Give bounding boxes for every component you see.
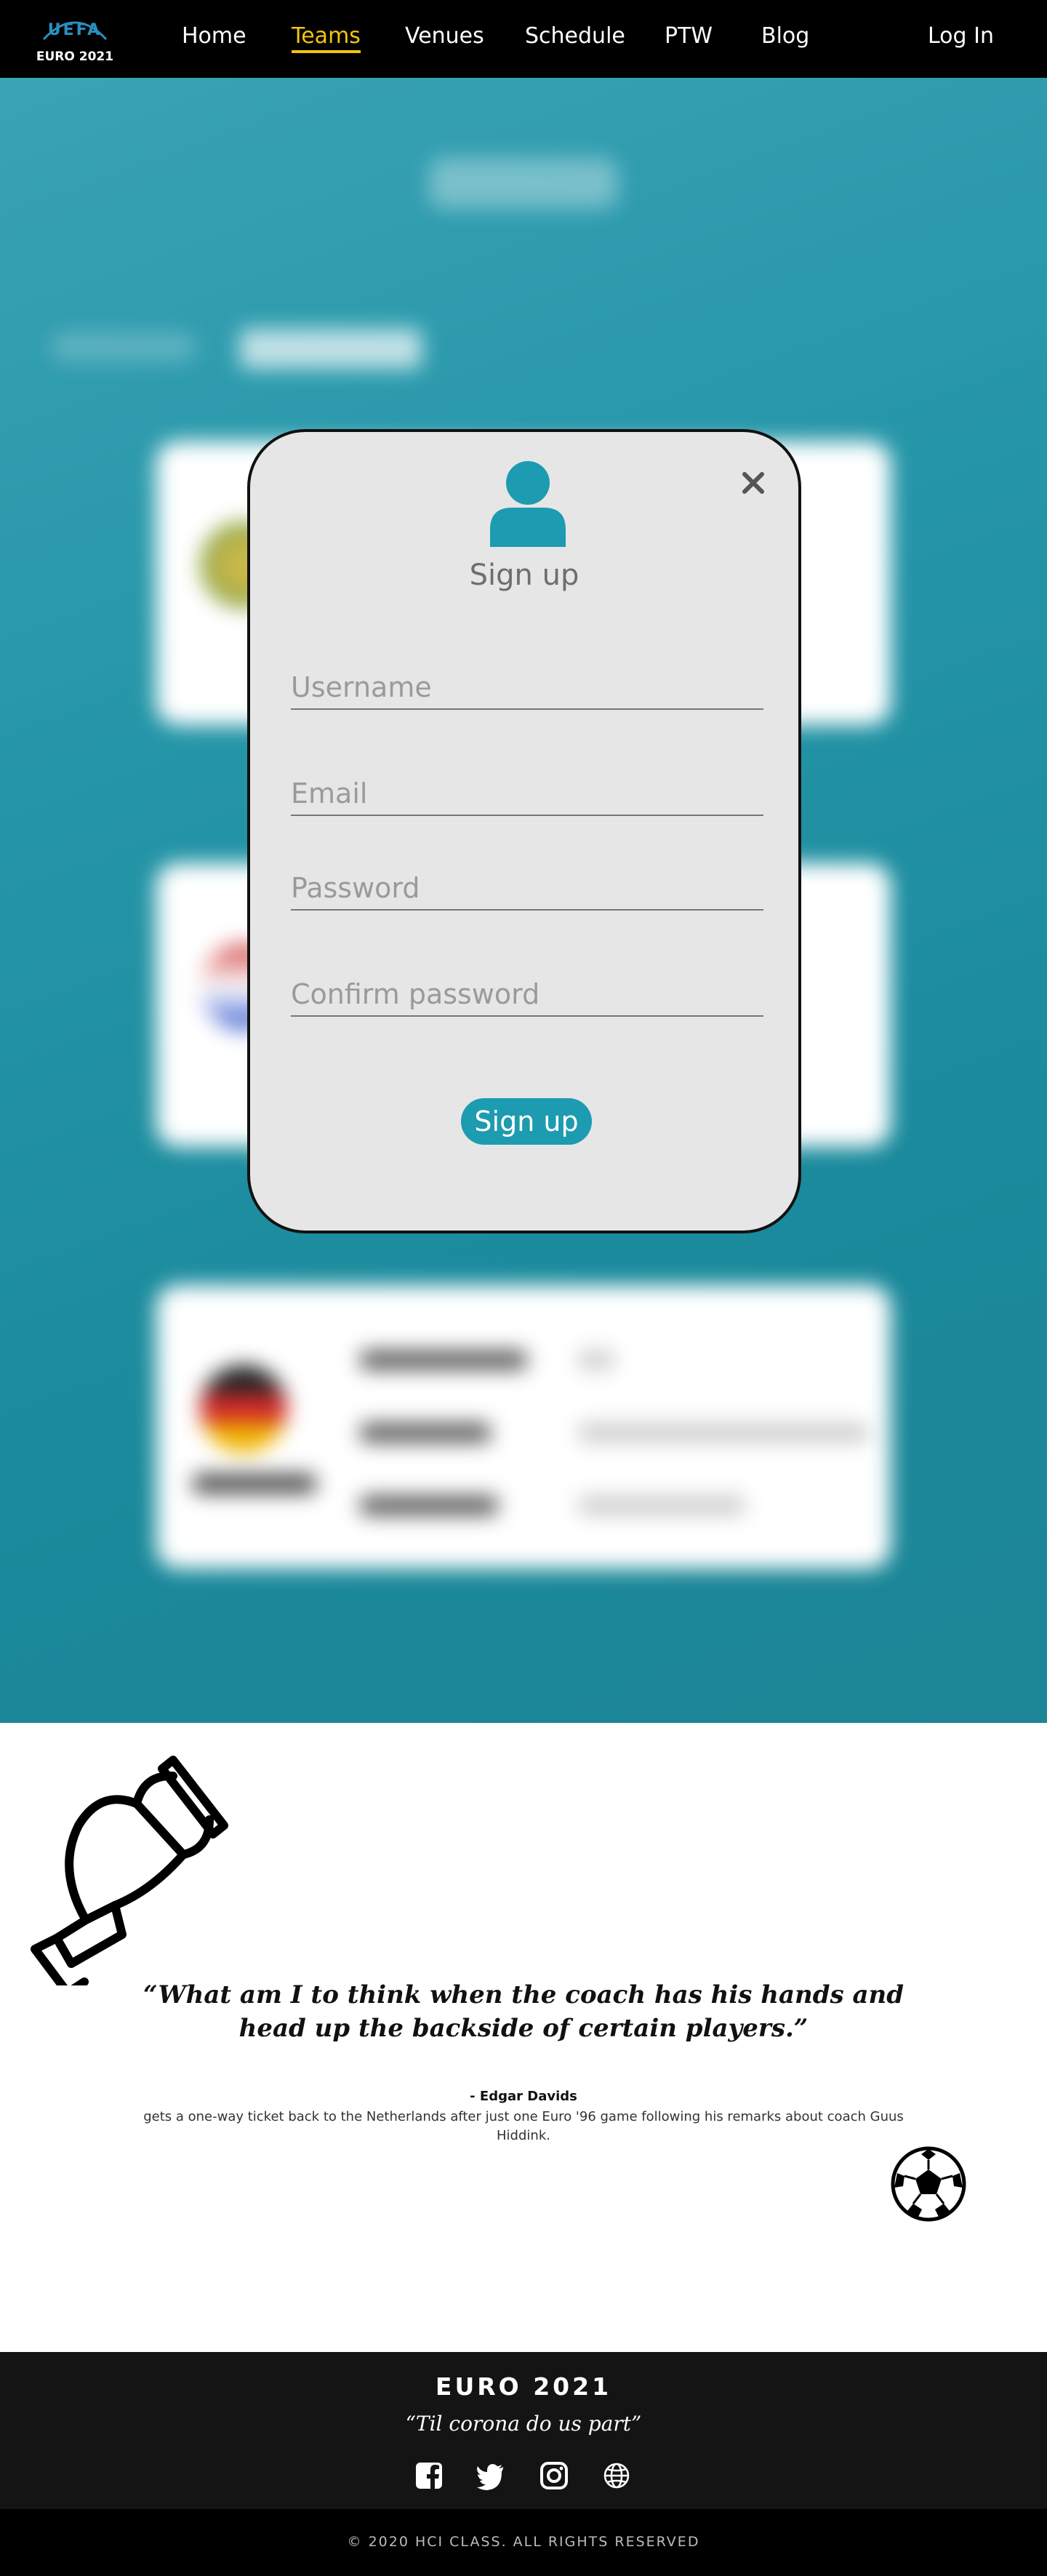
signup-modal: Sign up Sign up [247,429,801,1233]
modal-title: Sign up [469,559,579,592]
quote-author: - Edgar Davids [470,2089,577,2104]
confirm-password-input[interactable] [291,973,763,1017]
instagram-icon[interactable] [538,2460,570,2492]
blurred-team-card [156,1285,891,1569]
footer-title: EURO 2021 [435,2372,612,2401]
trophy-icon [31,1756,228,1985]
facebook-icon[interactable] [413,2460,445,2492]
nav-home[interactable]: Home [182,23,246,49]
close-icon[interactable] [739,468,768,497]
soccer-ball-icon [891,2146,966,2222]
footer: EURO 2021 “Til corona do us part” [0,2352,1047,2509]
blurred-filter-label [51,332,196,361]
password-input[interactable] [291,867,763,911]
nav-schedule[interactable]: Schedule [525,23,625,49]
login-link[interactable]: Log In [928,23,994,49]
nav-ptw[interactable]: PTW [665,23,713,49]
blurred-title [429,158,618,209]
quote-text: “What am I to think when the coach has h… [143,1980,904,2043]
twitter-icon[interactable] [474,2460,506,2492]
user-icon [490,461,566,547]
copyright-bar: © 2020 HCI CLASS. ALL RIGHTS RESERVED [0,2509,1047,2576]
signup-button[interactable]: Sign up [461,1098,592,1145]
footer-motto: “Til corona do us part” [405,2412,642,2436]
quote-context: gets a one-way ticket back to the Nether… [143,2109,904,2143]
globe-icon[interactable] [601,2460,633,2492]
logo-euro-text: EURO 2021 [36,49,114,64]
uefa-logo-icon: UEFA [42,21,108,41]
top-nav: UEFA EURO 2021 Home Teams Venues Schedul… [0,0,1047,78]
nav-venues[interactable]: Venues [405,23,484,49]
nav-teams[interactable]: Teams [292,23,361,53]
copyright-text: © 2020 HCI CLASS. ALL RIGHTS RESERVED [347,2534,700,2550]
blurred-flag [200,1365,287,1452]
euro-2021-logo[interactable]: UEFA EURO 2021 [35,9,115,70]
nav-blog[interactable]: Blog [761,23,809,49]
blurred-filter-select [240,329,422,369]
logo-uefa-text: UEFA [48,21,102,39]
email-input[interactable] [291,772,763,816]
username-input[interactable] [291,666,763,710]
